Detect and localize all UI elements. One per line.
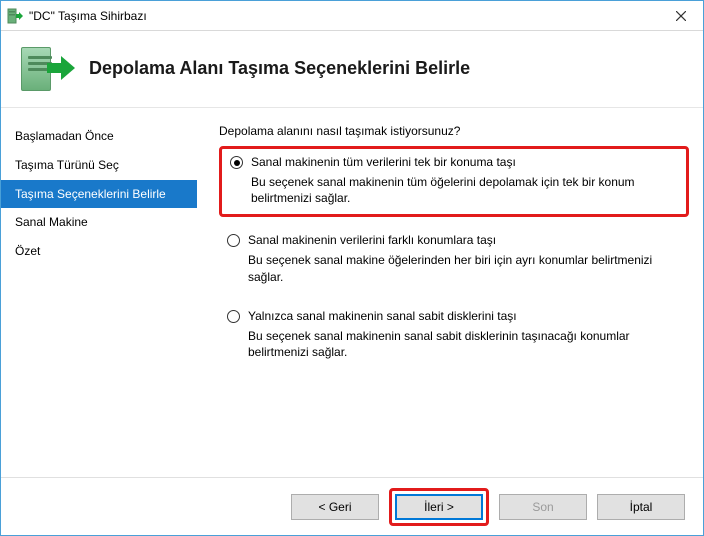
next-button[interactable]: İleri > <box>395 494 483 520</box>
wizard-content: Depolama alanını nasıl taşımak istiyorsu… <box>197 108 703 477</box>
button-label: < Geri <box>318 500 351 514</box>
wizard-window: "DC" Taşıma Sihirbazı Depolama Alanı Taş… <box>0 0 704 536</box>
option-description: Bu seçenek sanal makinenin sanal sabit d… <box>248 328 681 360</box>
next-button-highlight: İleri > <box>389 488 489 526</box>
button-label: Son <box>532 500 553 514</box>
radio-icon[interactable] <box>227 234 240 247</box>
option-move-only-vhds[interactable]: Yalnızca sanal makinenin sanal sabit dis… <box>219 303 689 368</box>
finish-button: Son <box>499 494 587 520</box>
page-title: Depolama Alanı Taşıma Seçeneklerini Beli… <box>89 58 470 79</box>
storage-move-options: Sanal makinenin tüm verilerini tek bir k… <box>219 146 689 368</box>
button-label: İleri > <box>424 500 454 514</box>
step-label: Başlamadan Önce <box>15 129 114 143</box>
step-summary[interactable]: Özet <box>1 237 197 266</box>
option-description: Bu seçenek sanal makine öğelerinden her … <box>248 252 681 284</box>
window-title: "DC" Taşıma Sihirbazı <box>29 9 659 23</box>
option-description: Bu seçenek sanal makinenin tüm öğelerini… <box>251 174 678 206</box>
app-icon <box>7 8 23 24</box>
cancel-button[interactable]: İptal <box>597 494 685 520</box>
option-title: Yalnızca sanal makinenin sanal sabit dis… <box>248 309 517 323</box>
radio-icon[interactable] <box>230 156 243 169</box>
wizard-body: Başlamadan Önce Taşıma Türünü Seç Taşıma… <box>1 108 703 477</box>
step-virtual-machine[interactable]: Sanal Makine <box>1 208 197 237</box>
step-choose-move-type[interactable]: Taşıma Türünü Seç <box>1 151 197 180</box>
wizard-header: Depolama Alanı Taşıma Seçeneklerini Beli… <box>1 31 703 108</box>
radio-icon[interactable] <box>227 310 240 323</box>
option-title: Sanal makinenin tüm verilerini tek bir k… <box>251 155 516 169</box>
option-move-to-different-locations[interactable]: Sanal makinenin verilerini farklı konuml… <box>219 227 689 292</box>
back-button[interactable]: < Geri <box>291 494 379 520</box>
button-label: İptal <box>630 500 653 514</box>
wizard-header-icon <box>19 43 79 93</box>
step-before-you-begin[interactable]: Başlamadan Önce <box>1 122 197 151</box>
step-label: Sanal Makine <box>15 215 88 229</box>
titlebar: "DC" Taşıma Sihirbazı <box>1 1 703 31</box>
close-icon <box>676 11 686 21</box>
content-prompt: Depolama alanını nasıl taşımak istiyorsu… <box>219 124 689 138</box>
step-label: Taşıma Seçeneklerini Belirle <box>15 187 166 201</box>
option-move-all-single-location[interactable]: Sanal makinenin tüm verilerini tek bir k… <box>219 146 689 217</box>
step-label: Özet <box>15 244 40 258</box>
close-button[interactable] <box>659 1 703 31</box>
option-title: Sanal makinenin verilerini farklı konuml… <box>248 233 496 247</box>
wizard-steps: Başlamadan Önce Taşıma Türünü Seç Taşıma… <box>1 108 197 477</box>
step-choose-move-options[interactable]: Taşıma Seçeneklerini Belirle <box>1 180 197 209</box>
wizard-footer: < Geri İleri > Son İptal <box>1 477 703 535</box>
step-label: Taşıma Türünü Seç <box>15 158 119 172</box>
